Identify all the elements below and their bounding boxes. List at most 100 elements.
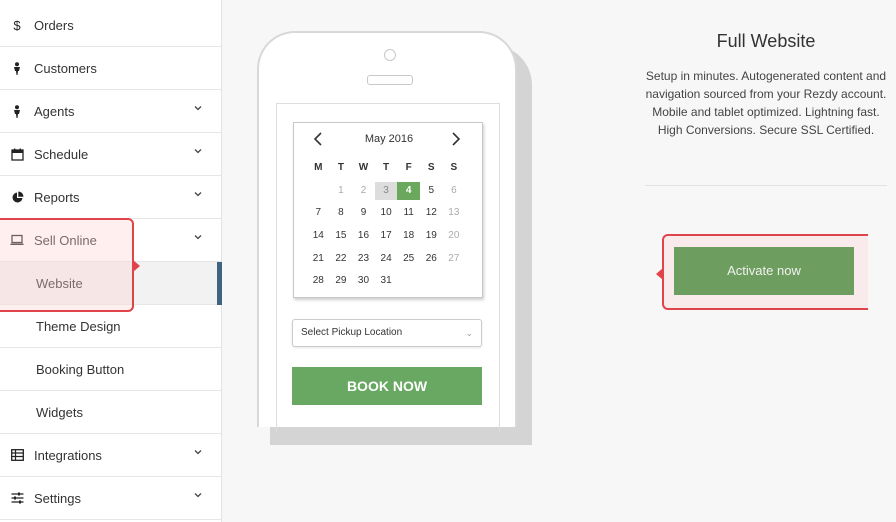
calendar-day[interactable]: 30	[352, 272, 375, 290]
sidebar-subitem-booking-button[interactable]: Booking Button	[0, 348, 221, 391]
calendar-day[interactable]: 7	[307, 204, 330, 222]
sidebar: $ Orders Customers Agents Schedule Repor…	[0, 0, 222, 522]
date-picker: May 2016 M T W T F S S 1 2 3 4 5 6 7 8 9 10 11 12 13 14 15 16 1…	[293, 122, 483, 298]
sidebar-subitem-theme-design[interactable]: Theme Design	[0, 305, 221, 348]
calendar-day: 1	[338, 184, 344, 196]
activate-now-button[interactable]: Activate now	[674, 247, 854, 295]
calendar-day[interactable]: 8	[330, 204, 353, 222]
calendar-day[interactable]: 22	[330, 250, 353, 268]
phone-mockup: May 2016 M T W T F S S 1 2 3 4 5 6 7 8 9 10 11 12 13 14 15 16 1…	[257, 31, 517, 433]
weekday-label: T	[337, 162, 344, 174]
calendar-day[interactable]: 31	[375, 272, 398, 290]
sidebar-subitem-widgets[interactable]: Widgets	[0, 391, 221, 434]
pickup-location-select[interactable]: Select Pickup Location ⌄	[292, 319, 482, 347]
sidebar-item-label: Reports	[34, 189, 80, 205]
sidebar-item-orders[interactable]: $ Orders	[0, 4, 221, 47]
pie-chart-icon	[10, 190, 24, 204]
sidebar-subitem-label: Website	[36, 275, 83, 291]
chevron-down-icon	[194, 450, 202, 455]
calendar-empty-cell	[443, 272, 466, 290]
calendar-day[interactable]: 15	[330, 227, 353, 245]
phone-speaker	[367, 75, 413, 85]
calendar-day: 27	[448, 252, 460, 264]
sidebar-subitem-label: Widgets	[36, 404, 83, 420]
calendar-day: 2	[360, 184, 367, 196]
sidebar-item-label: Settings	[34, 490, 81, 506]
sidebar-item-integrations[interactable]: Integrations	[0, 434, 221, 477]
sliders-icon	[10, 491, 24, 505]
sidebar-subitem-label: Booking Button	[36, 361, 125, 377]
person-icon	[10, 61, 24, 75]
sidebar-item-schedule[interactable]: Schedule	[0, 133, 221, 176]
panel-title: Full Website	[716, 31, 816, 51]
calendar-empty-cell	[307, 182, 330, 200]
weekday-label: S	[427, 162, 435, 174]
calendar-row: 1 23456	[307, 180, 475, 203]
calendar-day[interactable]: 4	[397, 181, 420, 200]
calendar-row: 21 22 23 24 25 26 27	[307, 247, 475, 270]
calendar-day[interactable]: 29	[330, 272, 353, 290]
sidebar-subitem-label: Theme Design	[36, 318, 121, 334]
select-placeholder: Select Pickup Location	[301, 327, 403, 338]
calendar-day[interactable]: 5	[420, 182, 443, 200]
calendar-icon	[10, 147, 24, 161]
sidebar-item-label: Orders	[34, 17, 74, 33]
laptop-icon	[10, 233, 24, 247]
calendar-row: 28 29 30 31	[307, 270, 475, 293]
divider	[645, 185, 887, 186]
calendar-day: 13	[448, 207, 460, 219]
calendar-grid: M T W T F S S 1 2 3 4 5 6 7 8 9 10 11 12 13 14 15 16 17 18 19 20 21…	[307, 157, 475, 293]
calendar-day[interactable]: 10	[375, 204, 398, 222]
weekday-label: W	[358, 162, 369, 174]
weekday-label: T	[383, 162, 390, 174]
calendar-day[interactable]: 19	[420, 227, 443, 245]
sidebar-item-agents[interactable]: Agents	[0, 90, 221, 133]
dollar-icon: $	[13, 17, 21, 33]
sidebar-item-reports[interactable]: Reports	[0, 176, 221, 219]
calendar-day[interactable]: 14	[307, 227, 330, 245]
panel-description: Setup in minutes. Autogenerated content …	[645, 69, 887, 137]
person-icon	[10, 104, 24, 118]
calendar-row: 7 8 9 10 11 12 13	[307, 202, 475, 225]
chevron-down-icon	[194, 106, 202, 111]
sidebar-item-label: Customers	[34, 60, 97, 76]
sidebar-item-label: Schedule	[34, 146, 89, 162]
weekday-label: F	[405, 162, 412, 174]
calendar-day[interactable]: 11	[397, 204, 420, 222]
calendar-day[interactable]: 9	[352, 204, 375, 222]
chevron-down-icon	[194, 192, 202, 197]
chevron-down-icon	[194, 493, 202, 498]
calendar-day[interactable]: 26	[420, 250, 443, 268]
calendar-day: 3	[374, 181, 398, 200]
sidebar-item-label: Integrations	[34, 447, 102, 463]
calendar-day[interactable]: 18	[397, 227, 420, 245]
calendar-empty-cell	[420, 272, 443, 290]
sidebar-subitem-website[interactable]: Website	[0, 262, 222, 305]
calendar-day[interactable]: 16	[352, 227, 375, 245]
weekday-label: M	[314, 162, 323, 174]
sidebar-item-settings[interactable]: Settings	[0, 477, 221, 520]
calendar-day[interactable]: 21	[307, 250, 330, 268]
chevron-down-icon	[194, 235, 202, 240]
calendar-day[interactable]: 12	[420, 204, 443, 222]
chevron-right-icon[interactable]	[448, 131, 462, 147]
calendar-day[interactable]: 24	[375, 250, 398, 268]
calendar-day[interactable]: 28	[307, 272, 330, 290]
sidebar-item-customers[interactable]: Customers	[0, 47, 221, 90]
calendar-day: 6	[451, 184, 457, 196]
weekday-label: S	[450, 162, 458, 174]
calendar-day[interactable]: 17	[375, 227, 398, 245]
phone-screen: May 2016 M T W T F S S 1 2 3 4 5 6 7 8 9 10 11 12 13 14 15 16 1…	[276, 103, 500, 433]
calendar-day: 20	[448, 230, 460, 242]
camera-dot	[384, 49, 396, 61]
calendar-row: MTWTFSS	[307, 157, 475, 180]
sidebar-item-label: Sell Online	[34, 232, 97, 248]
active-indicator	[217, 262, 222, 305]
chevron-down-icon: ⌄	[465, 328, 473, 338]
book-now-button[interactable]: BOOK NOW	[292, 367, 482, 405]
chevron-down-icon	[194, 149, 202, 154]
calendar-day[interactable]: 25	[397, 250, 420, 268]
calendar-empty-cell	[397, 272, 420, 290]
calendar-day[interactable]: 23	[352, 250, 375, 268]
sidebar-item-sell-online[interactable]: Sell Online	[0, 219, 221, 262]
